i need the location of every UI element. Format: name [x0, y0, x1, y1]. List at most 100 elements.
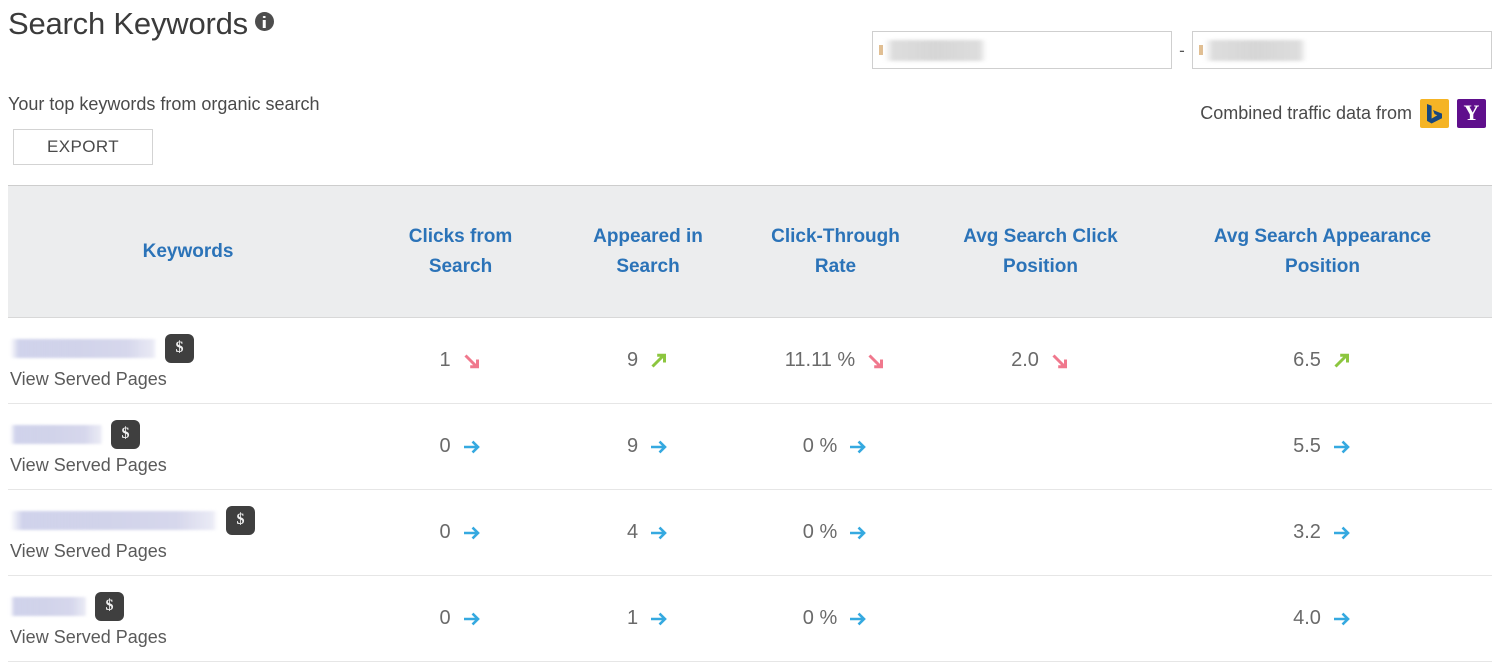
keyword-text-redacted: [10, 338, 157, 358]
export-button[interactable]: EXPORT: [13, 129, 153, 165]
appeared-metric: 9: [627, 349, 669, 372]
column-header-keywords[interactable]: Keywords: [8, 185, 368, 318]
table-body: $ View Served Pages 1 9 11.11 % 2.0 6.5 $ View S…: [8, 317, 1492, 662]
end-date-cursor: [1199, 45, 1203, 55]
cell-clicks-from-search: 0: [368, 575, 553, 662]
view-served-pages-link[interactable]: View Served Pages: [10, 541, 362, 562]
trend-flat-icon: [462, 437, 482, 457]
cell-clicks-from-search: 1: [368, 317, 553, 404]
column-header-avg-search-appearance-position[interactable]: Avg Search Appearance Position: [1153, 185, 1492, 318]
clicks-metric: 1: [439, 349, 481, 372]
paid-keyword-badge-icon[interactable]: $: [95, 591, 124, 621]
cell-appeared-in-search: 4: [553, 489, 743, 576]
trend-down-icon: [866, 351, 886, 371]
ctr-metric: 0 %: [803, 607, 868, 630]
keyword-text-redacted: [10, 596, 87, 616]
trend-flat-icon: [462, 523, 482, 543]
column-header-ctr-line1: Click-Through: [771, 226, 900, 248]
paid-keyword-badge-icon[interactable]: $: [165, 333, 194, 363]
trend-down-icon: [1050, 351, 1070, 371]
appeared-metric-value: 4: [626, 521, 639, 543]
keyword-text-redacted: [10, 510, 218, 530]
clicks-metric-value: 0: [439, 521, 451, 543]
page-subtitle: Your top keywords from organic search: [8, 94, 320, 114]
cell-avg-search-click-position: [928, 575, 1153, 662]
ctr-metric: 11.11 %: [785, 349, 886, 372]
table-row: $ View Served Pages 0 9 0 % 5.5: [8, 403, 1492, 490]
page-title: Search Keywords: [8, 6, 274, 42]
start-date-value-redacted: [884, 39, 987, 61]
cell-keyword: $ View Served Pages: [8, 489, 368, 576]
click-position-metric: 2.0: [1011, 349, 1070, 372]
appearance-position-metric: 5.5: [1293, 435, 1352, 458]
cell-click-through-rate: 0 %: [743, 489, 928, 576]
trend-flat-icon: [1332, 437, 1352, 457]
trend-down-icon: [462, 351, 482, 371]
view-served-pages-link[interactable]: View Served Pages: [10, 455, 362, 476]
column-header-app-pos-line2: Position: [1285, 255, 1360, 277]
ctr-metric-value: 0 %: [802, 607, 838, 629]
appeared-metric-value: 1: [626, 607, 639, 629]
trend-flat-icon: [462, 609, 482, 629]
page-title-text: Search Keywords: [8, 6, 248, 41]
appearance-position-metric-value: 6.5: [1293, 349, 1321, 371]
column-header-click-pos-line1: Avg Search Click: [963, 226, 1118, 248]
column-header-appeared-line2: Search: [616, 255, 680, 277]
ctr-metric-value: 11.11 %: [784, 349, 856, 371]
trend-up-icon: [649, 351, 669, 371]
clicks-metric: 0: [439, 607, 481, 630]
cell-avg-search-appearance-position: 5.5: [1153, 403, 1492, 490]
column-header-appeared-line1: Appeared in: [593, 226, 703, 248]
cell-avg-search-click-position: 2.0: [928, 317, 1153, 404]
appearance-position-metric: 3.2: [1293, 521, 1352, 544]
paid-keyword-badge-icon[interactable]: $: [111, 419, 140, 449]
clicks-metric: 0: [439, 521, 481, 544]
table-row: $ View Served Pages 0 1 0 % 4.0: [8, 575, 1492, 662]
cell-click-through-rate: 11.11 %: [743, 317, 928, 404]
cell-click-through-rate: 0 %: [743, 403, 928, 490]
column-header-clicks-from-search[interactable]: Clicks from Search: [368, 185, 553, 318]
appearance-position-metric-value: 4.0: [1293, 607, 1321, 629]
trend-flat-icon: [649, 609, 669, 629]
keyword-line: $: [10, 333, 362, 363]
keyword-line: $: [10, 591, 362, 621]
column-header-keywords-line1: Keywords: [142, 240, 234, 262]
view-served-pages-link[interactable]: View Served Pages: [10, 627, 362, 648]
cell-avg-search-appearance-position: 4.0: [1153, 575, 1492, 662]
start-date-input[interactable]: [872, 31, 1172, 69]
cell-avg-search-click-position: [928, 403, 1153, 490]
start-date-cursor: [879, 45, 883, 55]
appeared-metric: 1: [627, 607, 669, 630]
clicks-metric-value: 1: [439, 349, 451, 371]
cell-clicks-from-search: 0: [368, 403, 553, 490]
view-served-pages-link[interactable]: View Served Pages: [10, 369, 362, 390]
appearance-position-metric: 6.5: [1293, 349, 1352, 372]
cell-appeared-in-search: 9: [553, 403, 743, 490]
column-header-appeared-in-search[interactable]: Appeared in Search: [553, 185, 743, 318]
column-header-click-pos-line2: Position: [1003, 255, 1078, 277]
date-range-separator: -: [1179, 40, 1185, 60]
ctr-metric-value: 0 %: [802, 521, 838, 543]
appearance-position-metric-value: 5.5: [1293, 435, 1321, 457]
keyword-line: $: [10, 419, 362, 449]
keyword-text-redacted: [10, 424, 103, 444]
column-header-app-pos-line1: Avg Search Appearance: [1213, 226, 1432, 248]
date-range-picker: -: [872, 31, 1492, 69]
info-icon[interactable]: [254, 12, 274, 31]
column-header-click-through-rate[interactable]: Click-Through Rate: [743, 185, 928, 318]
traffic-source-note: Combined traffic data from Y: [1200, 99, 1486, 128]
appeared-metric-value: 9: [626, 349, 639, 371]
cell-keyword: $ View Served Pages: [8, 403, 368, 490]
trend-flat-icon: [649, 523, 669, 543]
cell-avg-search-appearance-position: 6.5: [1153, 317, 1492, 404]
trend-flat-icon: [848, 523, 868, 543]
clicks-metric-value: 0: [439, 435, 451, 457]
ctr-metric: 0 %: [803, 521, 868, 544]
trend-flat-icon: [848, 609, 868, 629]
paid-keyword-badge-icon[interactable]: $: [226, 505, 255, 535]
cell-clicks-from-search: 0: [368, 489, 553, 576]
appeared-metric: 4: [627, 521, 669, 544]
column-header-avg-search-click-position[interactable]: Avg Search Click Position: [928, 185, 1153, 318]
end-date-input[interactable]: [1192, 31, 1492, 69]
cell-avg-search-appearance-position: 3.2: [1153, 489, 1492, 576]
